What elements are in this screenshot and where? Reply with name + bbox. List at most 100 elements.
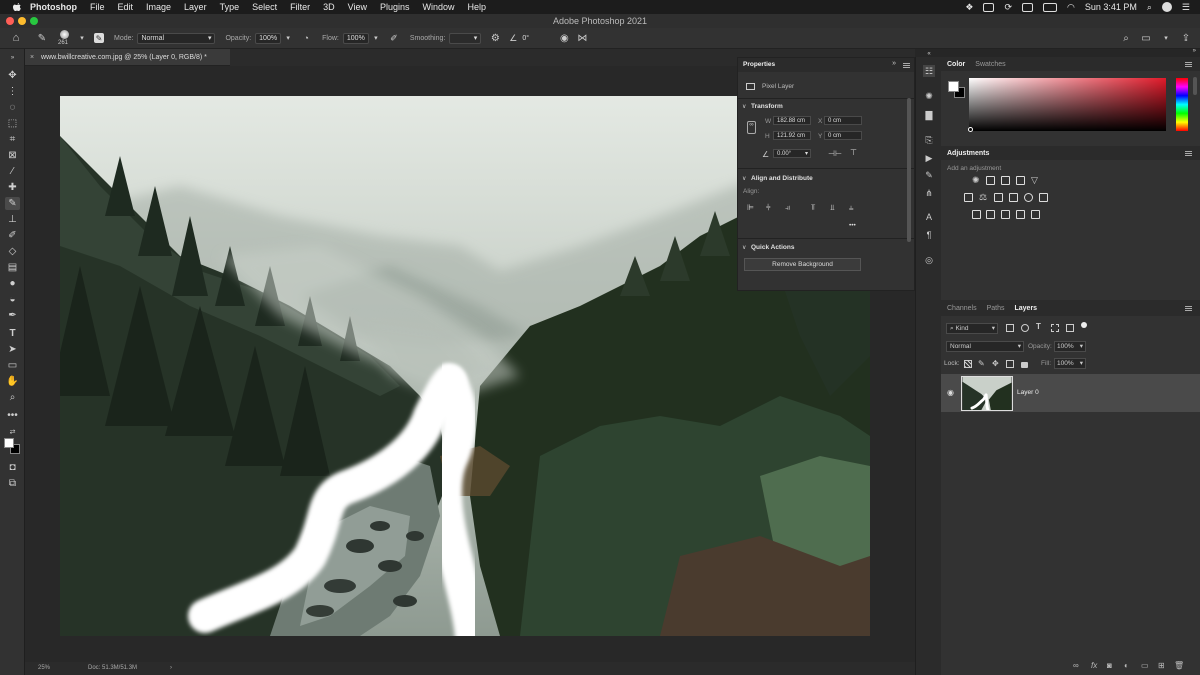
menu-plugins[interactable]: Plugins xyxy=(380,2,410,12)
hue-slider[interactable] xyxy=(1176,78,1188,131)
vibrance-icon[interactable]: ▽ xyxy=(1031,176,1040,185)
panel-scrollbar[interactable] xyxy=(1193,77,1197,95)
mode-select[interactable]: Normal ▾ xyxy=(137,32,216,44)
document-tab[interactable]: × www.bwillcreative.com.jpg @ 25% (Layer… xyxy=(25,49,230,66)
search-icon[interactable]: ⌕ xyxy=(1120,32,1132,44)
brush-settings-panel-icon[interactable]: ✎ xyxy=(923,169,935,181)
paragraph-panel-icon[interactable]: ¶ xyxy=(923,229,935,241)
layer-name[interactable]: Layer 0 xyxy=(1017,389,1039,396)
panel-menu-icon[interactable] xyxy=(1185,306,1192,311)
tab-color[interactable]: Color xyxy=(947,61,965,68)
move-tool-icon[interactable]: ✥ xyxy=(5,69,20,82)
panel-menu-icon[interactable] xyxy=(903,63,910,68)
filter-toggle-icon[interactable] xyxy=(1081,322,1087,328)
symmetry-butterfly-icon[interactable]: ⋈ xyxy=(576,32,588,44)
lock-all-icon[interactable] xyxy=(1021,362,1028,368)
properties-panel-icon[interactable]: ☷ xyxy=(923,65,935,77)
actions-panel-icon[interactable]: ▶ xyxy=(923,152,935,164)
dodge-tool-icon[interactable]: ◒ xyxy=(5,293,20,306)
new-layer-icon[interactable]: ⊞ xyxy=(1158,661,1167,670)
filter-type-icon[interactable]: T xyxy=(1036,322,1041,331)
tab-channels[interactable]: Channels xyxy=(947,305,977,312)
align-section-title[interactable]: Align and Distribute xyxy=(751,175,813,182)
curves-icon[interactable] xyxy=(1001,176,1010,185)
adjustments-panel-icon[interactable]: ✺ xyxy=(923,90,935,102)
histogram-panel-icon[interactable]: ▇ xyxy=(923,109,935,121)
hue-saturation-icon[interactable] xyxy=(964,193,973,202)
posterize-icon[interactable] xyxy=(986,210,995,219)
frame-tool-icon[interactable]: ⊠ xyxy=(5,149,20,162)
brushes-panel-icon[interactable]: ⋔ xyxy=(923,187,935,199)
chevron-down-icon[interactable]: ∨ xyxy=(742,103,746,110)
clock[interactable]: Sun 3:41 PM xyxy=(1085,2,1137,12)
wifi-icon[interactable]: ◠ xyxy=(1067,2,1075,13)
filter-shape-icon[interactable] xyxy=(1051,324,1059,332)
lasso-tool-icon[interactable]: ◌ xyxy=(5,101,20,114)
photo-filter-icon[interactable] xyxy=(1009,193,1018,202)
path-selection-tool-icon[interactable]: ➤ xyxy=(5,343,20,356)
filter-pixel-icon[interactable] xyxy=(1006,324,1014,332)
menu-window[interactable]: Window xyxy=(423,2,455,12)
blend-mode-select[interactable]: Normal ▾ xyxy=(946,341,1024,352)
foreground-color-swatch[interactable] xyxy=(4,438,14,448)
align-right-icon[interactable]: ⫣ xyxy=(785,203,790,213)
tab-swatches[interactable]: Swatches xyxy=(975,61,1005,68)
history-brush-tool-icon[interactable]: ✐ xyxy=(5,229,20,242)
width-field[interactable]: 182.88 cm xyxy=(773,116,811,125)
airbrush-icon[interactable]: ✐ xyxy=(388,32,400,44)
new-adjustment-layer-icon[interactable]: ◐ xyxy=(1124,661,1133,670)
workspace-icon[interactable]: ▭ xyxy=(1140,32,1152,44)
align-center-horizontal-icon[interactable]: ⫩ xyxy=(766,203,771,213)
lock-transparent-icon[interactable] xyxy=(964,360,972,368)
zoom-tool-icon[interactable]: ⌕ xyxy=(5,391,20,404)
flip-horizontal-icon[interactable]: ⊣⊢ xyxy=(828,149,842,158)
healing-brush-tool-icon[interactable]: ✚ xyxy=(5,181,20,194)
smoothing-settings-gear-icon[interactable]: ⚙ xyxy=(489,32,501,44)
black-white-icon[interactable] xyxy=(994,193,1003,202)
crop-tool-icon[interactable]: ⌗ xyxy=(5,133,20,146)
eye-visibility-icon[interactable]: ◉ xyxy=(947,388,954,397)
more-options-icon[interactable]: ••• xyxy=(849,222,856,229)
opacity-field[interactable]: 100% xyxy=(255,32,282,44)
menu-help[interactable]: Help xyxy=(468,2,487,12)
smoothing-field[interactable]: ▾ xyxy=(449,32,482,44)
gradient-map-icon[interactable] xyxy=(1031,210,1040,219)
character-panel-icon[interactable]: A xyxy=(923,211,935,223)
align-middle-vertical-icon[interactable]: ⫫ xyxy=(830,203,835,213)
angle-value[interactable]: 0° xyxy=(522,35,550,42)
dropbox-icon[interactable]: ❖ xyxy=(965,2,973,13)
rectangle-tool-icon[interactable]: ▭ xyxy=(5,359,20,372)
learn-panel-icon[interactable]: ◎ xyxy=(923,254,935,266)
chevron-down-icon[interactable]: ∨ xyxy=(742,175,746,182)
invert-icon[interactable] xyxy=(972,210,981,219)
y-field[interactable]: 0 cm xyxy=(824,131,862,140)
remove-background-button[interactable]: Remove Background xyxy=(744,258,861,271)
properties-title[interactable]: Properties xyxy=(743,61,775,68)
object-selection-tool-icon[interactable]: ⬚ xyxy=(5,117,20,130)
home-icon[interactable]: ⌂ xyxy=(10,32,22,44)
delete-layer-icon[interactable]: 🗑 xyxy=(1174,661,1184,670)
layer-style-fx-icon[interactable]: fx xyxy=(1091,661,1100,670)
brush-settings-icon[interactable]: ✎ xyxy=(94,33,104,43)
status-chevron-right-icon[interactable]: › xyxy=(170,662,172,675)
color-lookup-icon[interactable] xyxy=(1039,193,1048,202)
menu-3d[interactable]: 3D xyxy=(323,2,335,12)
height-field[interactable]: 121.92 cm xyxy=(773,131,811,140)
filter-adjustment-icon[interactable] xyxy=(1021,324,1029,332)
chevron-down-icon[interactable]: ∨ xyxy=(742,244,746,251)
clone-stamp-tool-icon[interactable]: ⊥ xyxy=(5,213,20,226)
quick-mask-icon[interactable]: ◘ xyxy=(5,461,20,474)
fill-field[interactable]: 100% ▾ xyxy=(1054,358,1086,369)
link-layers-icon[interactable]: ∞ xyxy=(1073,661,1082,670)
screen-mode-icon[interactable]: ⧉ xyxy=(5,477,20,490)
menu-app-name[interactable]: Photoshop xyxy=(30,2,77,12)
quick-actions-section-title[interactable]: Quick Actions xyxy=(751,244,794,251)
spotlight-icon[interactable]: ⌕ xyxy=(1147,2,1152,13)
filter-smart-object-icon[interactable] xyxy=(1066,324,1074,332)
control-center-icon[interactable]: ☰ xyxy=(1182,2,1190,13)
sync-icon[interactable]: ⟳ xyxy=(1004,2,1012,13)
exposure-icon[interactable] xyxy=(1016,176,1025,185)
close-window-button[interactable] xyxy=(6,17,14,25)
layer-row[interactable]: ◉ Layer 0 xyxy=(941,374,1200,412)
collapse-icon[interactable]: « xyxy=(923,48,935,60)
